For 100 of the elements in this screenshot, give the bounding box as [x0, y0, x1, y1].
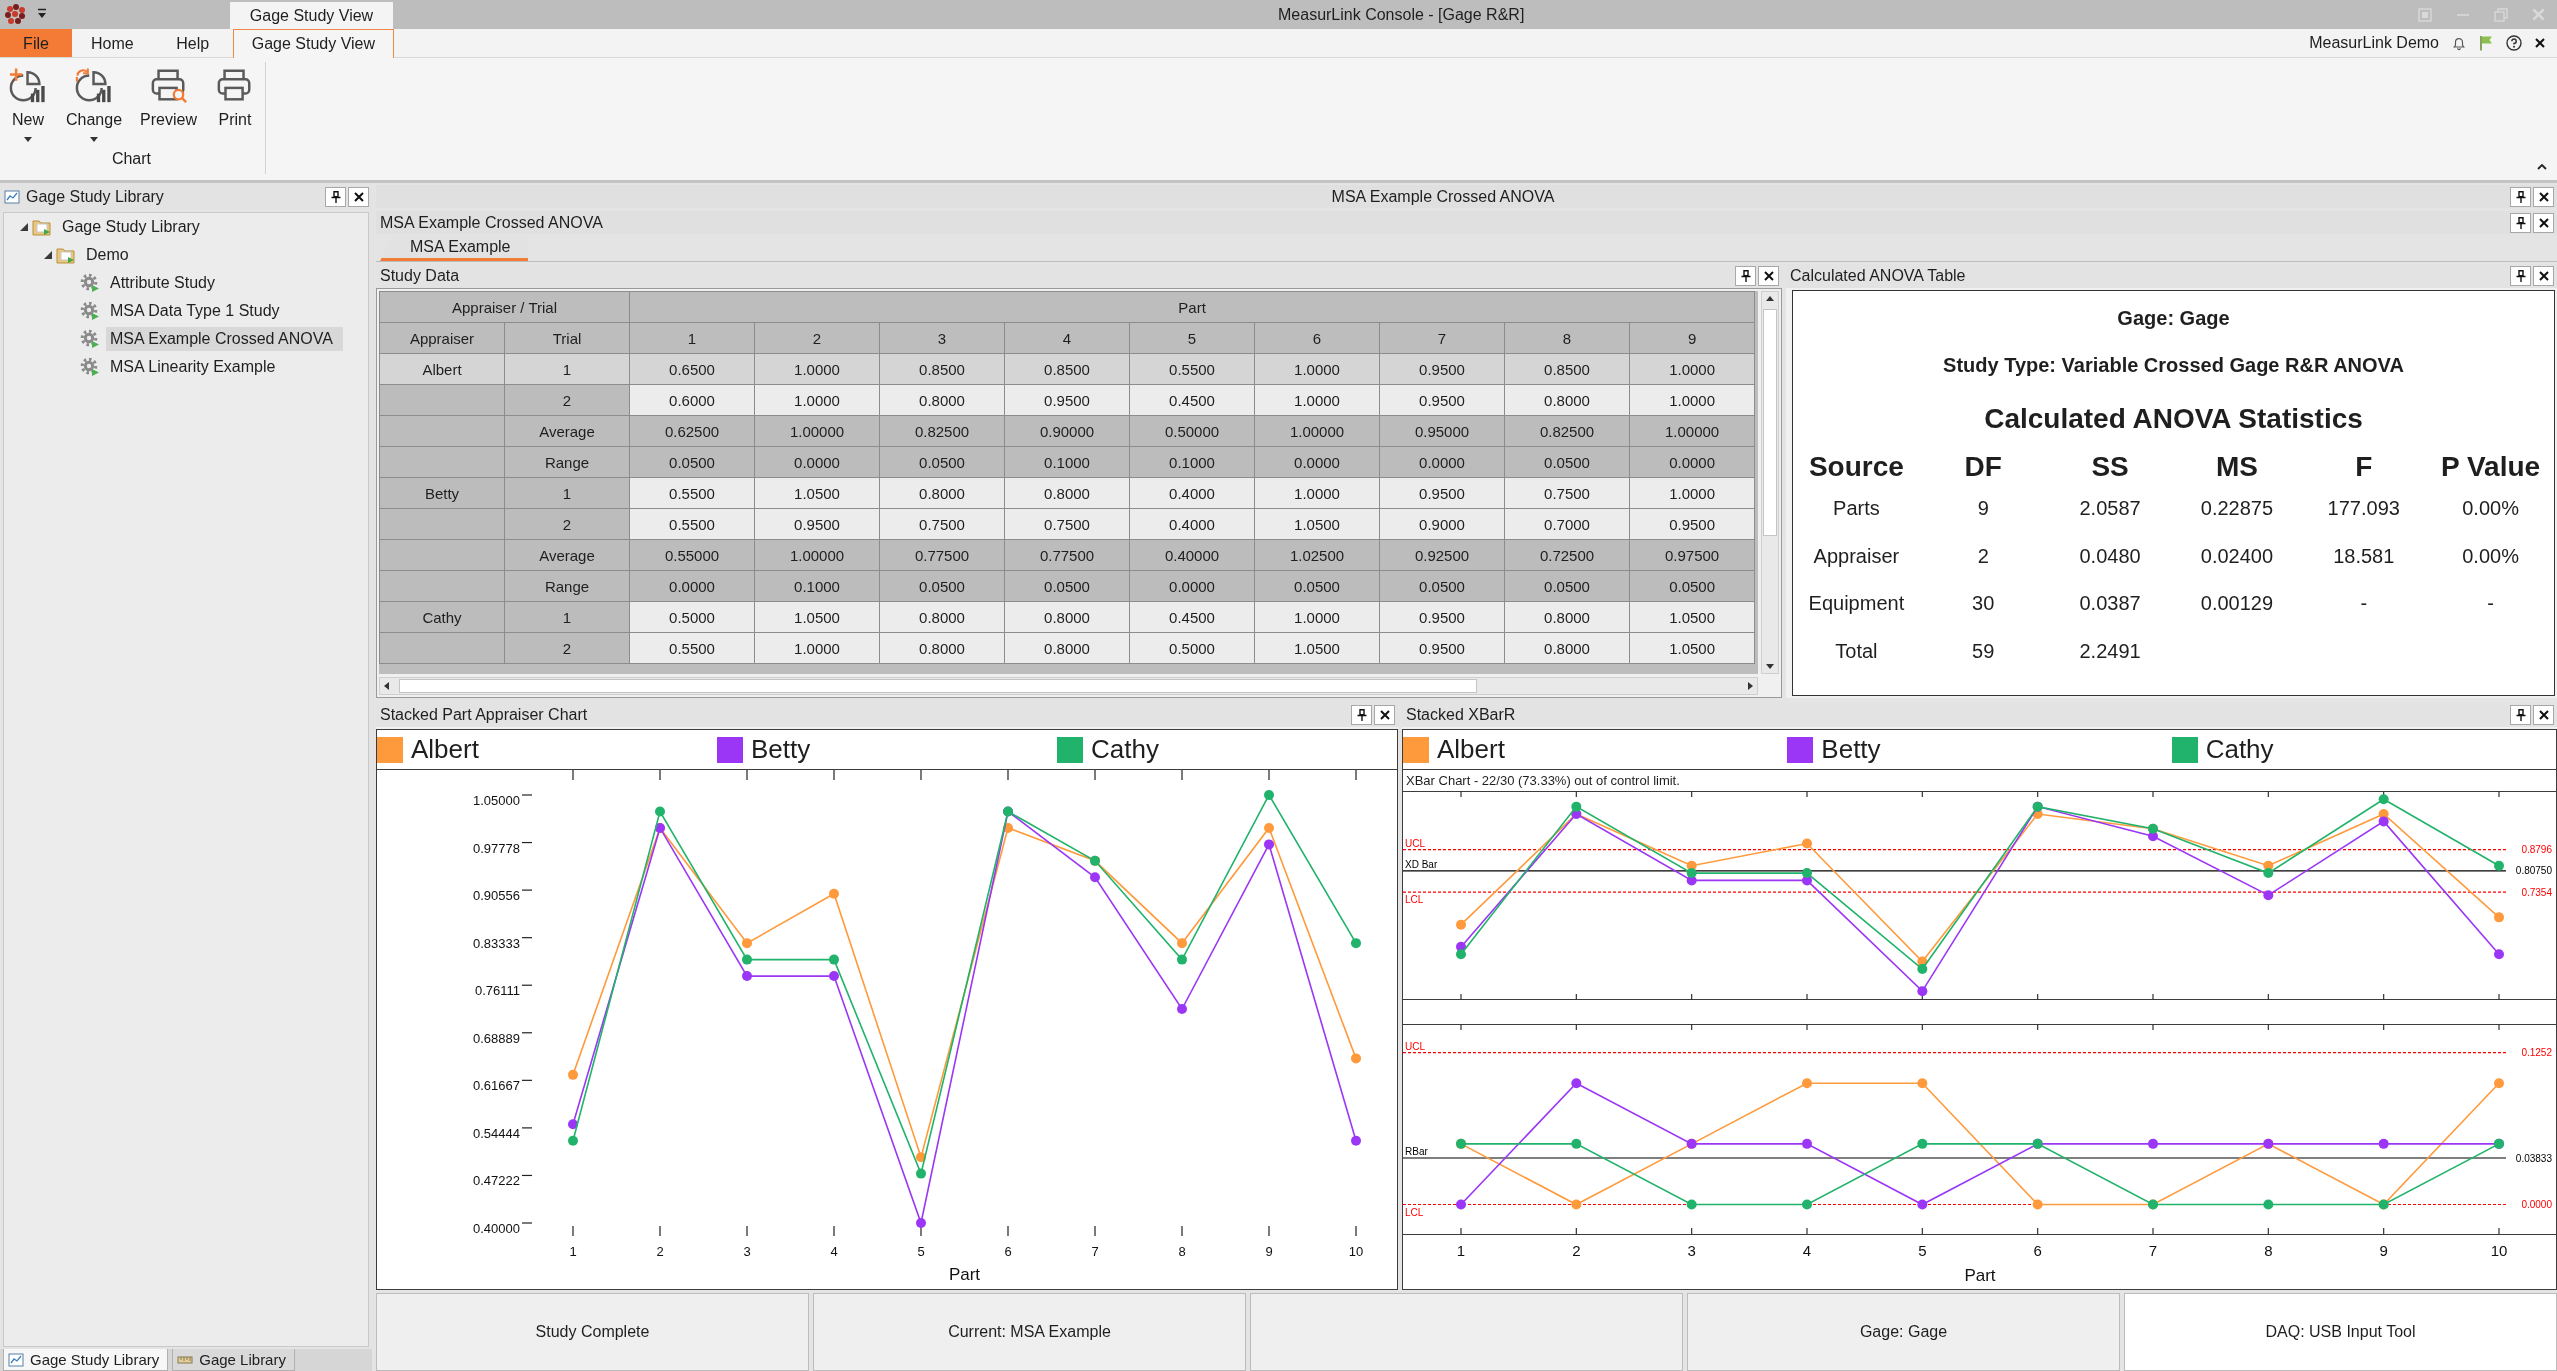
legend-label: Cathy [1091, 734, 1159, 765]
statistic-value: 0.00129 [2200, 592, 2274, 616]
table-cell: 0.0500 [1629, 570, 1755, 602]
table-cell: 0.0000 [629, 570, 755, 602]
document-header-title: MSA Example Crossed ANOVA [1330, 187, 1556, 206]
table-cell: 1.0000 [1254, 384, 1380, 416]
trial-cell: Range [504, 570, 630, 602]
table-cell: 0.0500 [1504, 446, 1630, 478]
table-cell: 0.6500 [629, 353, 755, 385]
x-tick-label: 5 [917, 1244, 925, 1259]
column-header: Trial [504, 322, 630, 354]
table-cell: 0.4500 [1129, 384, 1255, 416]
table-cell: 0.8000 [879, 632, 1005, 664]
column-heading: P Value [2441, 451, 2541, 483]
table-cell: 0.7500 [879, 508, 1005, 540]
table-cell: 0.9500 [1379, 601, 1505, 633]
table-cell: 0.5500 [629, 508, 755, 540]
table-cell: 0.0500 [1379, 570, 1505, 602]
gage-title: Gage: Gage [2117, 306, 2230, 330]
x-tick-label: 5 [1918, 1242, 1927, 1259]
table-cell: 0.9500 [754, 508, 880, 540]
table-cell: 0.0500 [879, 446, 1005, 478]
table-cell: 0.5500 [1129, 353, 1255, 385]
document-title: MSA Example Crossed ANOVA [379, 213, 604, 232]
column-header: 9 [1629, 322, 1755, 354]
table-cell: 1.0500 [1629, 601, 1755, 633]
x-tick-label: 8 [2264, 1242, 2273, 1259]
table-cell: 1.00000 [754, 539, 880, 571]
table-cell: 0.0000 [754, 446, 880, 478]
statistic-value: 0.22875 [2200, 497, 2274, 521]
statistic-value: 59 [1972, 639, 1995, 663]
x-tick-label: 4 [1802, 1242, 1812, 1259]
column-heading: SS [2091, 451, 2129, 483]
table-cell: 0.8000 [879, 477, 1005, 509]
x-tick-label: 1 [569, 1244, 577, 1259]
column-header: 8 [1504, 322, 1630, 354]
table-cell: 0.7500 [1004, 508, 1130, 540]
table-cell: 1.0500 [754, 601, 880, 633]
appraiser-cell: Betty [379, 477, 505, 509]
trial-cell: 2 [504, 384, 630, 416]
table-cell: 0.5000 [629, 601, 755, 633]
table-cell: 0.90000 [1004, 415, 1130, 447]
column-header: 3 [879, 322, 1005, 354]
table-cell: 0.8500 [1004, 353, 1130, 385]
table-cell: 0.92500 [1379, 539, 1505, 571]
table-cell: 0.4000 [1129, 508, 1255, 540]
table-cell: 0.1000 [754, 570, 880, 602]
table-cell: 0.1000 [1129, 446, 1255, 478]
statistic-value: 2.2491 [2079, 639, 2141, 663]
column-heading: DF [1964, 451, 2002, 483]
trial-cell: 2 [504, 508, 630, 540]
column-header: Appraiser [379, 322, 505, 354]
table-cell: 1.0000 [754, 353, 880, 385]
source-label: Appraiser [1813, 544, 1900, 568]
table-cell: 0.7500 [1504, 477, 1630, 509]
legend-label: Albert [1437, 734, 1505, 765]
column-header: 5 [1129, 322, 1255, 354]
table-cell: 0.77500 [1004, 539, 1130, 571]
table-cell: 0.9500 [1379, 353, 1505, 385]
table-cell: 0.0500 [1004, 570, 1130, 602]
x-tick-label: 6 [1004, 1244, 1012, 1259]
x-tick-label: 8 [1178, 1244, 1186, 1259]
x-tick-label: 1 [1456, 1242, 1466, 1259]
y-tick-label: 0.03833 [2515, 1152, 2552, 1164]
x-tick-label: 2 [656, 1244, 664, 1259]
statistic-value: - [2360, 592, 2368, 616]
x-tick-label: 7 [1091, 1244, 1099, 1259]
column-heading: F [2355, 451, 2373, 483]
statistic-value: 0.0387 [2079, 592, 2141, 616]
statistic-value: - [2487, 592, 2494, 616]
column-heading: Source [1808, 451, 1904, 483]
statistic-value: 0.02400 [2200, 544, 2274, 568]
status-panel: Gage: Gage [1687, 1293, 2120, 1371]
limit-label: UCL [1405, 837, 1425, 849]
legend-label: Albert [411, 734, 479, 765]
y-tick-label: 0.47222 [473, 1173, 520, 1189]
table-cell: 0.7000 [1504, 508, 1630, 540]
x-axis-title: Part [948, 1265, 981, 1284]
y-tick-label: 0.7354 [2521, 886, 2552, 898]
column-header: 6 [1254, 322, 1380, 354]
table-cell: 1.00000 [754, 415, 880, 447]
x-tick-label: 3 [743, 1244, 751, 1259]
x-tick-label: 3 [1687, 1242, 1696, 1259]
group-label: Chart [111, 150, 152, 168]
status-panel: Current: MSA Example [813, 1293, 1246, 1371]
table-cell: 0.8000 [1004, 601, 1130, 633]
panel-title: Study Data [380, 267, 460, 285]
table-cell: 0.50000 [1129, 415, 1255, 447]
table-cell: 0.8000 [1504, 384, 1630, 416]
table-cell: 0.0500 [1504, 570, 1630, 602]
table-cell: 0.1000 [1004, 446, 1130, 478]
user-name: MeasurLink Demo [2309, 34, 2439, 52]
table-cell: 0.97500 [1629, 539, 1755, 571]
column-header: 7 [1379, 322, 1505, 354]
table-cell: 0.9500 [1379, 477, 1505, 509]
statistic-value: 2 [1977, 544, 1989, 568]
trial-cell: Average [504, 539, 630, 571]
table-cell: 0.77500 [879, 539, 1005, 571]
legend-label: Betty [751, 734, 811, 765]
table-cell: 0.5000 [1129, 632, 1255, 664]
